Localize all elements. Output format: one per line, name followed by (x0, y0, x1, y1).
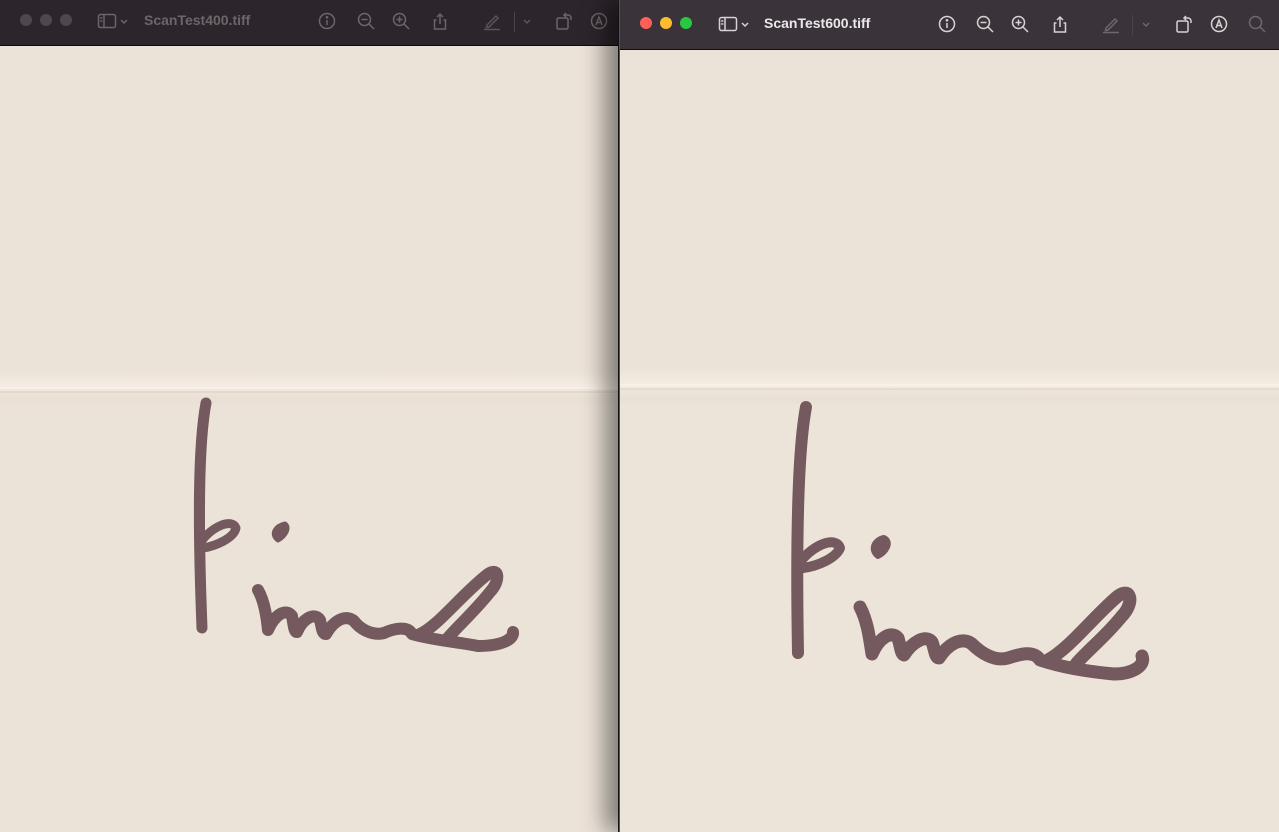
close-button[interactable] (640, 17, 652, 29)
zoom-in-icon[interactable] (391, 11, 411, 31)
chevron-down-icon[interactable] (1140, 14, 1152, 34)
share-icon[interactable] (1050, 14, 1070, 34)
info-icon[interactable] (937, 14, 957, 34)
chevron-down-icon[interactable] (521, 11, 533, 31)
document-image (620, 50, 1279, 832)
window-title: ScanTest400.tiff (144, 12, 251, 28)
titlebar[interactable]: ScanTest600.tiff (620, 0, 1279, 50)
chevron-down-icon[interactable] (739, 14, 751, 34)
zoom-in-icon[interactable] (1010, 14, 1030, 34)
zoom-button[interactable] (680, 17, 692, 29)
window-title: ScanTest600.tiff (764, 15, 871, 31)
titlebar[interactable]: ScanTest400.tiff (0, 0, 618, 46)
rotate-icon[interactable] (554, 11, 574, 31)
close-button[interactable] (20, 14, 32, 26)
toolbar-separator (1132, 15, 1133, 35)
sidebar-toggle-icon[interactable] (718, 14, 738, 34)
zoom-out-icon[interactable] (356, 11, 376, 31)
markup-pen-icon[interactable] (1101, 14, 1121, 34)
markup-icon[interactable] (1209, 14, 1229, 34)
zoom-button[interactable] (60, 14, 72, 26)
share-icon[interactable] (430, 11, 450, 31)
chevron-down-icon[interactable] (118, 11, 130, 31)
minimize-button[interactable] (40, 14, 52, 26)
markup-icon[interactable] (589, 11, 609, 31)
search-icon[interactable] (1247, 14, 1267, 34)
rotate-icon[interactable] (1174, 14, 1194, 34)
info-icon[interactable] (317, 11, 337, 31)
markup-pen-icon[interactable] (482, 11, 502, 31)
zoom-out-icon[interactable] (975, 14, 995, 34)
minimize-button[interactable] (660, 17, 672, 29)
toolbar-separator (514, 12, 515, 32)
document-image (0, 46, 618, 832)
sidebar-toggle-icon[interactable] (97, 11, 117, 31)
preview-window-left: ScanTest400.tiff (0, 0, 618, 832)
preview-window-right: ScanTest600.tiff (619, 0, 1279, 832)
